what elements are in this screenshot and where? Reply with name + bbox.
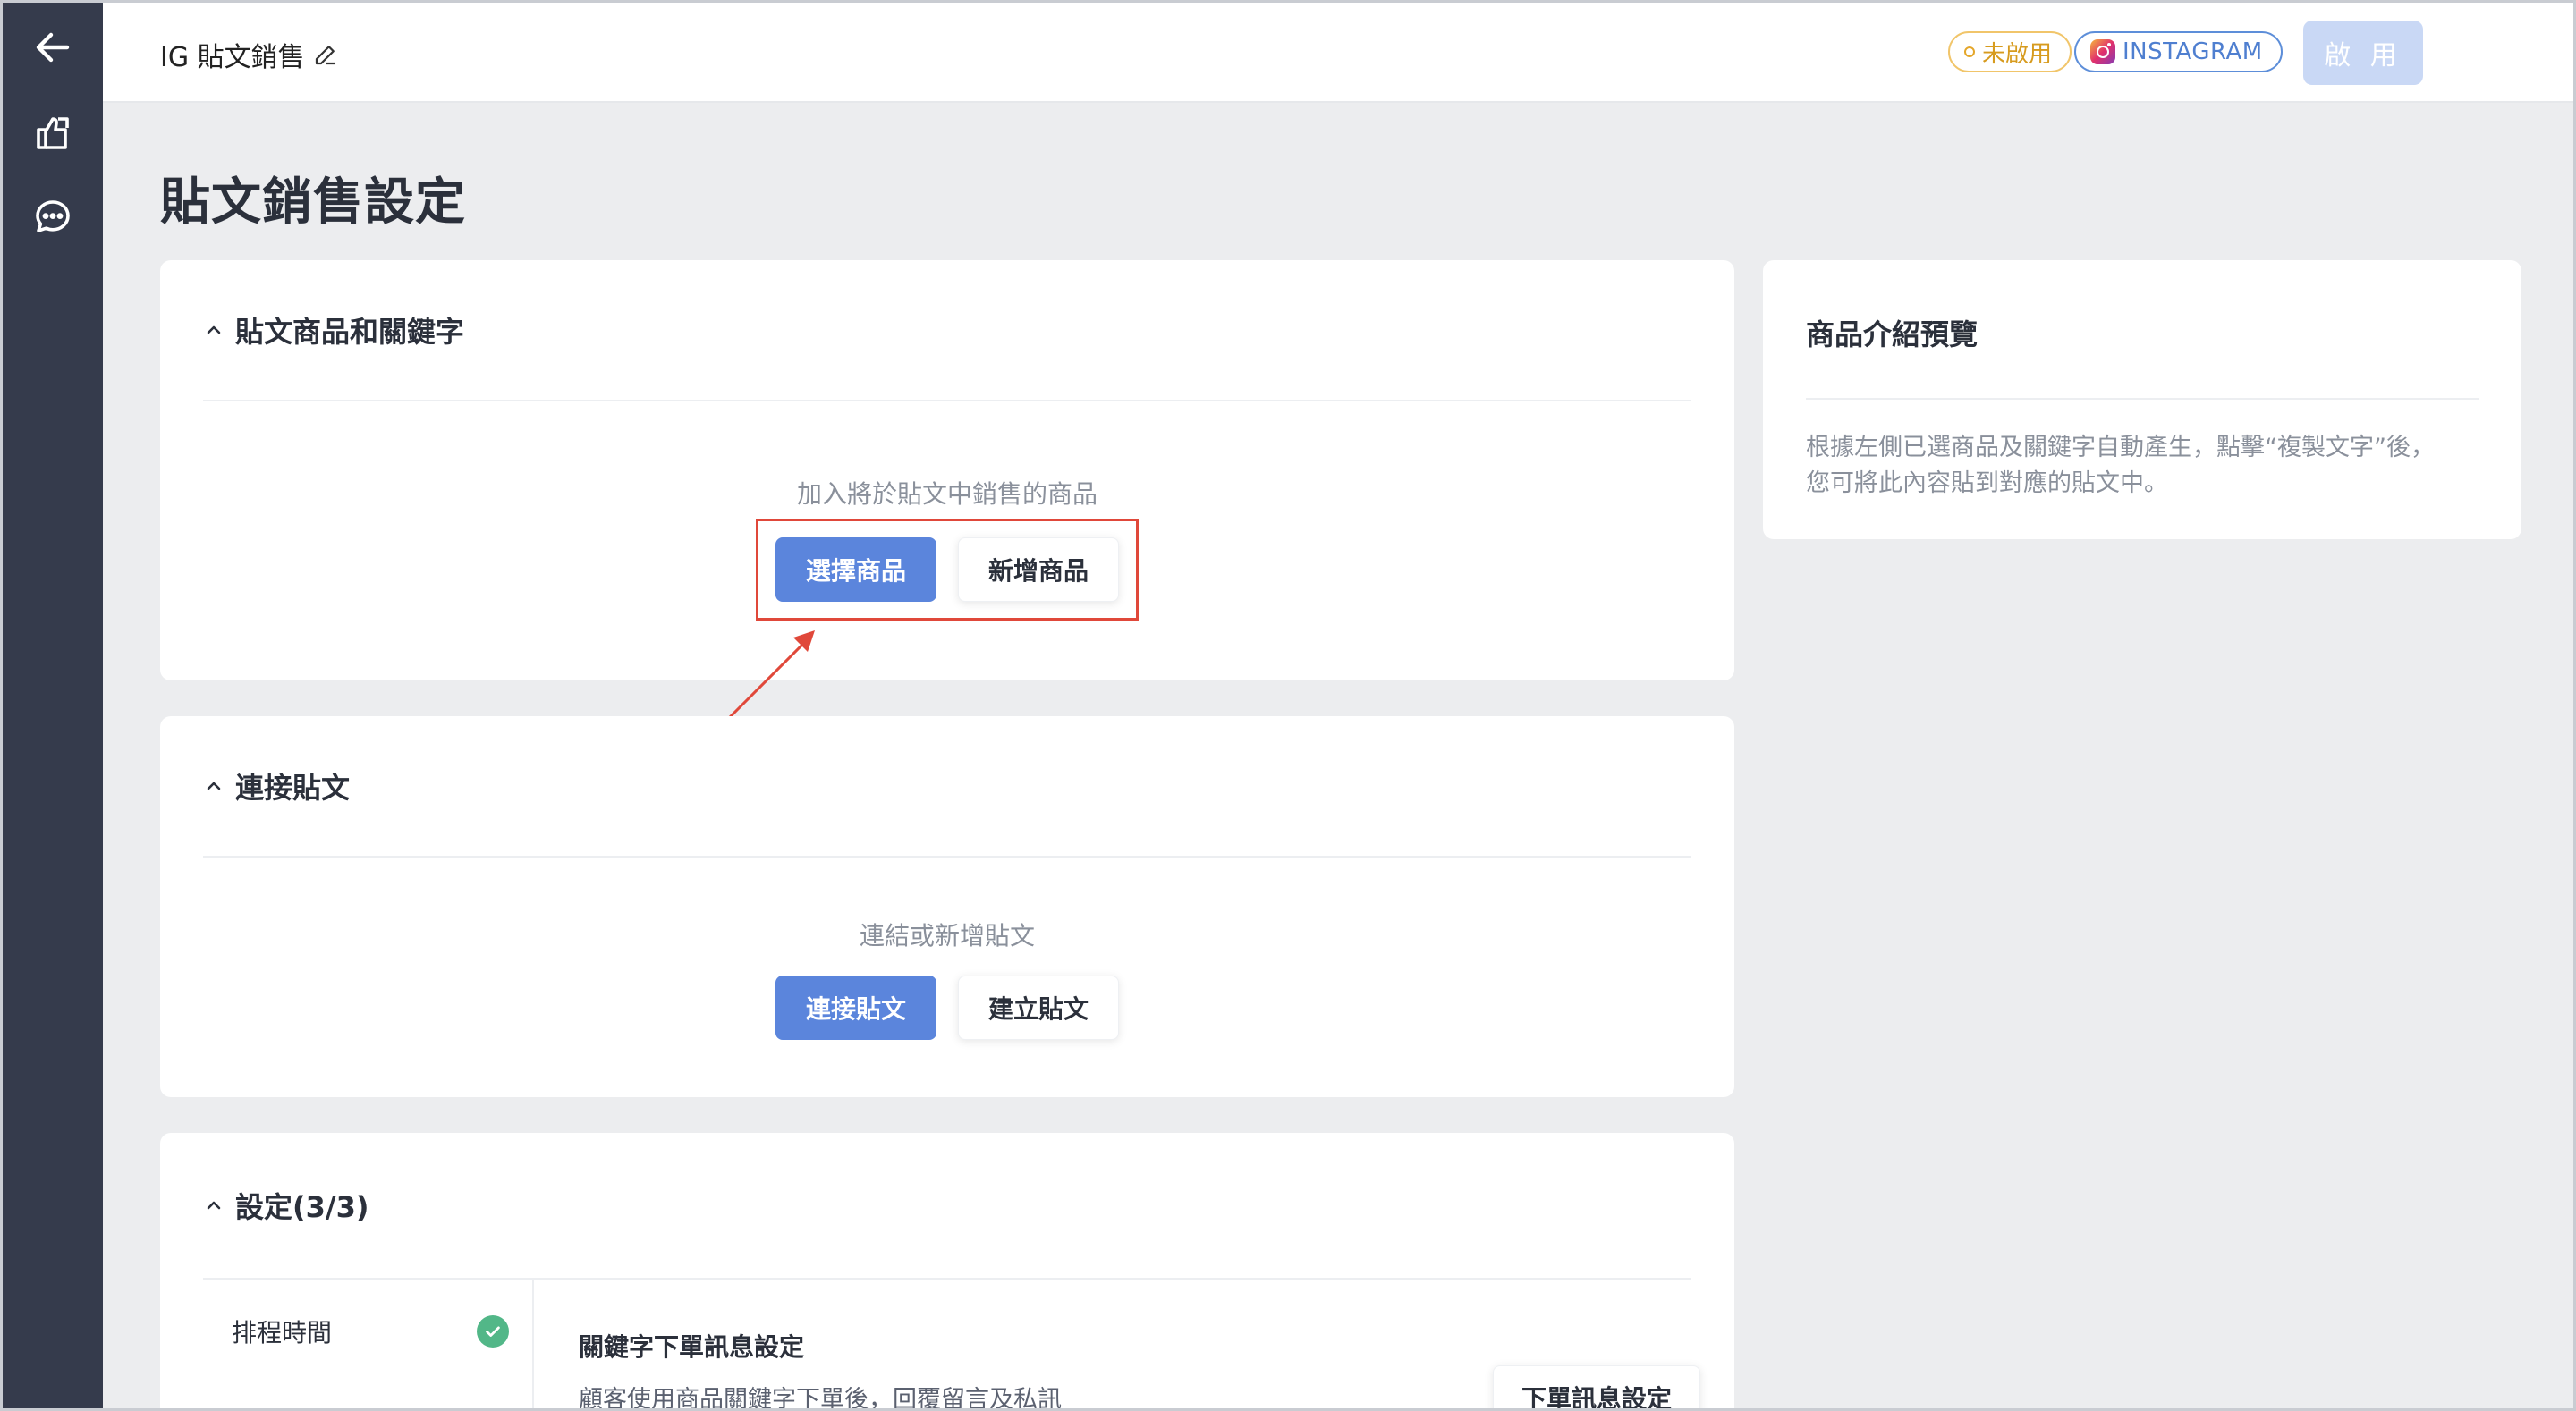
enable-button[interactable]: 啟 用 [2303,21,2423,85]
products-hint: 加入將於貼文中銷售的商品 [796,479,1097,509]
connect-post-button[interactable]: 連接貼文 [775,976,936,1040]
chevron-up-icon [203,1195,225,1216]
instagram-icon [2090,39,2115,64]
page-title: 貼文銷售設定 [160,173,466,232]
settings-card: 設定(3/3) 排程時間 關鍵字下單訊息設定 顧客使用商品關鍵字下單後，回覆留言… [160,1133,1734,1411]
chevron-up-icon [203,775,225,797]
preview-divider [1806,398,2479,400]
channel-badge: INSTAGRAM [2074,31,2283,72]
preview-description-line: 您可將此內容貼到對應的貼文中。 [1806,469,2168,497]
chat-nav-button[interactable] [26,190,80,244]
edit-pencil-icon[interactable] [312,41,339,68]
settings-section-title: 關鍵字下單訊息設定 [579,1332,805,1362]
left-rail [3,3,103,1408]
settings-side-nav: 排程時間 [203,1278,534,1408]
arrow-left-icon [36,32,70,63]
settings-card-title: 設定(3/3) [235,1190,369,1224]
status-badge: 未啟用 [1948,31,2072,72]
settings-item-schedule[interactable]: 排程時間 [232,1314,509,1349]
preview-description-line: 根據左側已選商品及關鍵字自動產生，點擊“複製文字”後， [1806,434,2435,461]
connect-post-hint: 連結或新增貼文 [859,921,1035,951]
channel-badge-label: INSTAGRAM [2123,38,2263,65]
campaign-title: IG 貼文銷售 [160,35,339,74]
post-sales-nav-button[interactable] [26,106,80,160]
preview-card-title: 商品介紹預覽 [1806,317,1979,351]
products-card-title: 貼文商品和關鍵字 [235,315,465,349]
order-message-settings-button[interactable]: 下單訊息設定 [1493,1365,1700,1408]
preview-card: 商品介紹預覽 根據左側已選商品及關鍵字自動產生，點擊“複製文字”後， 您可將此內… [1763,260,2521,539]
app-frame: IG 貼文銷售 未啟用 INSTAGRAM 啟 用 貼文銷售設定 貼文商品和關鍵… [0,0,2576,1411]
thumb-post-icon [37,117,69,149]
connect-post-card: 連接貼文 連結或新增貼文 連接貼文 建立貼文 [160,716,1734,1097]
back-button[interactable] [26,21,80,74]
connect-post-card-header[interactable]: 連接貼文 [203,716,1691,858]
preview-description: 根據左側已選商品及關鍵字自動產生，點擊“複製文字”後， 您可將此內容貼到對應的貼… [1806,430,2479,502]
settings-card-header[interactable]: 設定(3/3) [203,1133,1691,1280]
connect-post-card-title: 連接貼文 [235,771,351,805]
status-badge-label: 未啟用 [1982,40,2053,68]
create-post-button[interactable]: 建立貼文 [958,976,1119,1040]
chat-bubble-icon [36,200,70,232]
highlight-annotation [756,519,1139,621]
chevron-up-icon [203,319,225,341]
products-card-header[interactable]: 貼文商品和關鍵字 [203,260,1691,401]
check-circle-icon [477,1315,509,1348]
status-dot-icon [1964,46,1975,57]
campaign-title-text: IG 貼文銷售 [160,42,305,73]
settings-item-label: 排程時間 [232,1318,333,1348]
settings-section-description: 顧客使用商品關鍵字下單後，回覆留言及私訊 [579,1386,1062,1411]
